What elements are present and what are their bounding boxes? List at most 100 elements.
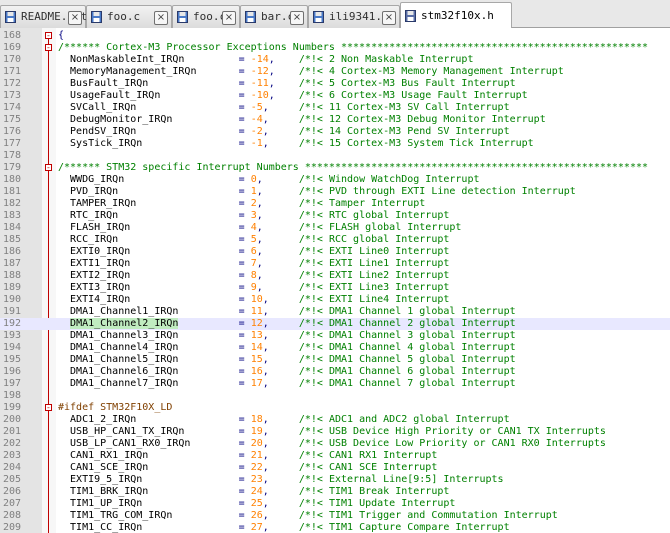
code-line[interactable]: 173 UsageFault_IRQn = -10, /*!< 6 Cortex…	[0, 90, 670, 102]
close-tab-icon[interactable]: ×	[154, 11, 168, 25]
code-token: /*!< DMA1 Channel 1 global Interrupt */	[298, 306, 670, 317]
code-line[interactable]: 207 TIM1_UP_IRQn = 25, /*!< TIM1 Update …	[0, 498, 670, 510]
code-line[interactable]: 209 TIM1_CC_IRQn = 27, /*!< TIM1 Capture…	[0, 522, 670, 533]
fold-toggle-icon[interactable]: -	[45, 164, 52, 172]
code-text: TIM1_CC_IRQn = 27, /*!< TIM1 Capture Com…	[58, 522, 670, 533]
code-line[interactable]: 208 TIM1_TRG_COM_IRQn = 26, /*!< TIM1 Tr…	[0, 510, 670, 522]
code-line[interactable]: 178	[0, 150, 670, 162]
disk-icon	[313, 11, 324, 23]
code-line[interactable]: 198	[0, 390, 670, 402]
code-token: EXTI1_IRQn	[58, 258, 239, 269]
disk-icon	[405, 10, 416, 22]
code-token: FLASH_IRQn	[58, 222, 239, 233]
code-line[interactable]: 199 #ifdef STM32F10X_LD	[0, 402, 670, 414]
code-line[interactable]: 203 CAN1_RX1_IRQn = 21, /*!< CAN1 RX1 In…	[0, 450, 670, 462]
code-token: -11	[250, 78, 269, 89]
code-token: TIM1_TRG_COM_IRQn	[58, 510, 239, 521]
tab-label: stm32f10x.h	[421, 9, 494, 22]
code-text: UsageFault_IRQn = -10, /*!< 6 Cortex-M3 …	[58, 90, 670, 102]
code-token: /*!< FLASH global Interrupt */	[298, 222, 670, 233]
tab-foo-c[interactable]: foo.c ×	[172, 5, 240, 28]
code-line[interactable]: 204 CAN1_SCE_IRQn = 22, /*!< CAN1 SCE In…	[0, 462, 670, 474]
code-token: 17	[250, 378, 263, 389]
tab-bar-c[interactable]: bar.c ×	[240, 5, 308, 28]
code-line[interactable]: 201 USB_HP_CAN1_TX_IRQn = 19, /*!< USB D…	[0, 426, 670, 438]
line-number: 189	[3, 282, 22, 293]
code-line[interactable]: 177 SysTick_IRQn = -1, /*!< 15 Cortex-M3…	[0, 138, 670, 150]
code-line[interactable]: 182 TAMPER_IRQn = 2, /*!< Tamper Interru…	[0, 198, 670, 210]
code-line[interactable]: 172 BusFault_IRQn = -11, /*!< 5 Cortex-M…	[0, 78, 670, 90]
code-line[interactable]: 170 NonMaskableInt_IRQn = -14, /*!< 2 No…	[0, 54, 670, 66]
code-line[interactable]: 187 EXTI1_IRQn = 7, /*!< EXTI Line1 Inte…	[0, 258, 670, 270]
code-token: 16	[250, 366, 263, 377]
line-number: 206	[3, 486, 22, 497]
code-line[interactable]: 175 DebugMonitor_IRQn = -4, /*!< 12 Cort…	[0, 114, 670, 126]
code-token: 11	[250, 306, 263, 317]
code-text: FLASH_IRQn = 4, /*!< FLASH global Interr…	[58, 222, 670, 234]
code-line[interactable]: 184 FLASH_IRQn = 4, /*!< FLASH global In…	[0, 222, 670, 234]
code-text: {	[58, 30, 64, 42]
code-token: -4	[250, 114, 263, 125]
code-line[interactable]: 193 DMA1_Channel3_IRQn = 13, /*!< DMA1 C…	[0, 330, 670, 342]
line-number: 182	[3, 198, 22, 209]
code-line[interactable]: 181 PVD_IRQn = 1, /*!< PVD through EXTI …	[0, 186, 670, 198]
line-number: 187	[3, 258, 22, 269]
code-line[interactable]: 195 DMA1_Channel5_IRQn = 15, /*!< DMA1 C…	[0, 354, 670, 366]
code-text: NonMaskableInt_IRQn = -14, /*!< 2 Non Ma…	[58, 54, 670, 66]
fold-toggle-icon[interactable]: -	[45, 32, 52, 40]
code-line[interactable]: 190 EXTI4_IRQn = 10, /*!< EXTI Line4 Int…	[0, 294, 670, 306]
code-line[interactable]: 202 USB_LP_CAN1_RX0_IRQn = 20, /*!< USB …	[0, 438, 670, 450]
close-tab-icon[interactable]: ×	[382, 11, 396, 25]
tab-stm32f10x-h[interactable]: stm32f10x.h	[400, 2, 512, 28]
code-line[interactable]: 168 {	[0, 30, 670, 42]
close-tab-icon[interactable]: ×	[68, 11, 82, 25]
line-number: 171	[3, 66, 22, 77]
code-line[interactable]: 169 /****** Cortex-M3 Processor Exception…	[0, 42, 670, 54]
code-token: /*!< USB Device High Priority or CAN1 TX…	[298, 426, 670, 437]
code-text: EXTI0_IRQn = 6, /*!< EXTI Line0 Interrup…	[58, 246, 670, 258]
code-token: 10	[250, 294, 263, 305]
code-line[interactable]: 180 WWDG_IRQn = 0, /*!< Window WatchDog …	[0, 174, 670, 186]
code-editor[interactable]: 168 {169 /****** Cortex-M3 Processor Excep…	[0, 28, 670, 533]
code-line[interactable]: 174 SVCall_IRQn = -5, /*!< 11 Cortex-M3 …	[0, 102, 670, 114]
code-line[interactable]: 171 MemoryManagement_IRQn = -12, /*!< 4 …	[0, 66, 670, 78]
close-tab-icon[interactable]: ×	[222, 11, 236, 25]
line-number: 203	[3, 450, 22, 461]
close-tab-icon[interactable]: ×	[290, 11, 304, 25]
code-line[interactable]: 183 RTC_IRQn = 3, /*!< RTC global Interr…	[0, 210, 670, 222]
code-token: /*!< 15 Cortex-M3 System Tick Interrupt …	[298, 138, 670, 149]
code-line[interactable]: 185 RCC_IRQn = 5, /*!< RCC global Interr…	[0, 234, 670, 246]
code-line[interactable]: 206 TIM1_BRK_IRQn = 24, /*!< TIM1 Break …	[0, 486, 670, 498]
code-line[interactable]: 196 DMA1_Channel6_IRQn = 16, /*!< DMA1 C…	[0, 366, 670, 378]
code-line[interactable]: 179 /****** STM32 specific Interrupt Numb…	[0, 162, 670, 174]
tab-foo-c[interactable]: foo.c ×	[86, 5, 172, 28]
code-token: /*!< Window WatchDog Interrupt */	[298, 174, 670, 185]
code-line[interactable]: 186 EXTI0_IRQn = 6, /*!< EXTI Line0 Inte…	[0, 246, 670, 258]
code-line[interactable]: 191 DMA1_Channel1_IRQn = 11, /*!< DMA1 C…	[0, 306, 670, 318]
code-token: EXTI0_IRQn	[58, 246, 239, 257]
code-token: 23	[250, 474, 263, 485]
code-line[interactable]: 188 EXTI2_IRQn = 8, /*!< EXTI Line2 Inte…	[0, 270, 670, 282]
line-number: 184	[3, 222, 22, 233]
current-code-line[interactable]: 192 DMA1_Channel2_IRQn = 12, /*!< DMA1 C…	[0, 318, 670, 330]
fold-toggle-icon[interactable]: -	[45, 404, 52, 412]
code-line[interactable]: 200 ADC1_2_IRQn = 18, /*!< ADC1 and ADC2…	[0, 414, 670, 426]
fold-toggle-icon[interactable]: -	[45, 44, 52, 52]
tab-readme-txt[interactable]: README.txt ×	[0, 5, 87, 28]
code-line[interactable]: 194 DMA1_Channel4_IRQn = 14, /*!< DMA1 C…	[0, 342, 670, 354]
tab-label: ili9341.c	[329, 10, 389, 23]
tab-ili9341-c[interactable]: ili9341.c ×	[308, 5, 400, 28]
code-token: PVD_IRQn	[58, 186, 239, 197]
code-token: 15	[250, 354, 263, 365]
code-line[interactable]: 205 EXTI9_5_IRQn = 23, /*!< External Lin…	[0, 474, 670, 486]
line-number: 176	[3, 126, 22, 137]
code-text: TAMPER_IRQn = 2, /*!< Tamper Interrupt *…	[58, 198, 670, 210]
code-line[interactable]: 176 PendSV_IRQn = -2, /*!< 14 Cortex-M3 …	[0, 126, 670, 138]
code-line[interactable]: 197 DMA1_Channel7_IRQn = 17, /*!< DMA1 C…	[0, 378, 670, 390]
code-line[interactable]: 189 EXTI3_IRQn = 9, /*!< EXTI Line3 Inte…	[0, 282, 670, 294]
code-text: TIM1_BRK_IRQn = 24, /*!< TIM1 Break Inte…	[58, 486, 670, 498]
